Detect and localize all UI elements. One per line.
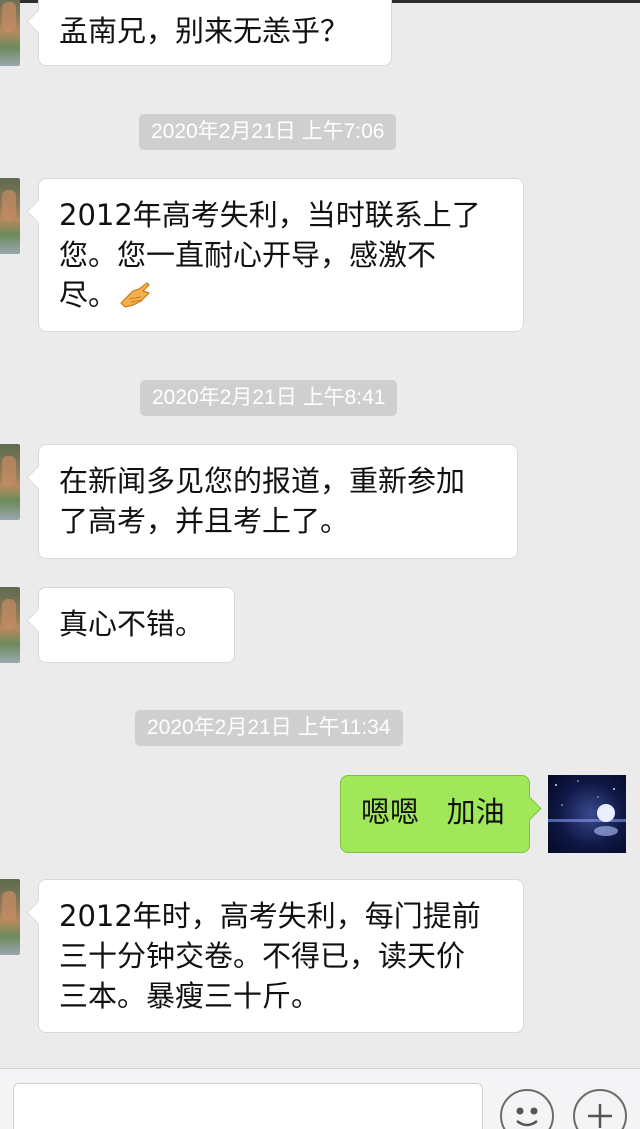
message-text: 真心不错。: [59, 607, 205, 641]
chat-window: 孟南兄，别来无恙乎？ 2020年2月21日 上午7:06 2012年高考失利，当…: [0, 0, 640, 1129]
handshake-emoji-icon: [120, 282, 151, 308]
my-avatar[interactable]: [548, 775, 626, 853]
timestamp: 2020年2月21日 上午11:34: [135, 710, 403, 746]
input-bar: [0, 1068, 640, 1129]
add-button[interactable]: [573, 1089, 627, 1129]
incoming-message[interactable]: 2012年高考失利，当时联系上了 您。您一直耐心开导，感激不 尽。: [38, 178, 524, 332]
incoming-message[interactable]: 在新闻多见您的报道，重新参加 了高考，并且考上了。: [38, 444, 518, 559]
contact-avatar[interactable]: [0, 879, 20, 955]
outgoing-message[interactable]: 嗯嗯 加油: [340, 775, 530, 853]
message-text: 在新闻多见您的报道，重新参加 了高考，并且考上了。: [59, 464, 466, 538]
incoming-message[interactable]: 真心不错。: [38, 587, 235, 663]
moon-night-image: [548, 780, 626, 836]
message-input[interactable]: [13, 1083, 483, 1129]
emoji-button[interactable]: [500, 1089, 554, 1129]
add-icon: [588, 1104, 612, 1128]
contact-avatar[interactable]: [0, 587, 20, 663]
timestamp: 2020年2月21日 上午7:06: [139, 114, 397, 150]
timestamp: 2020年2月21日 上午8:41: [140, 380, 398, 416]
incoming-message[interactable]: 孟南兄，别来无恙乎？: [38, 0, 392, 66]
incoming-message[interactable]: 2012年时，高考失利，每门提前 三十分钟交卷。不得已，读天价 三本。暴瘦三十斤…: [38, 879, 524, 1033]
message-text: 孟南兄，别来无恙乎？: [59, 14, 350, 48]
contact-avatar[interactable]: [0, 0, 20, 66]
contact-avatar[interactable]: [0, 444, 20, 520]
message-text: 2012年时，高考失利，每门提前 三十分钟交卷。不得已，读天价 三本。暴瘦三十斤…: [59, 899, 481, 1013]
message-text: 嗯嗯 加油: [361, 795, 505, 829]
emoji-icon: [516, 1107, 538, 1127]
contact-avatar[interactable]: [0, 178, 20, 254]
